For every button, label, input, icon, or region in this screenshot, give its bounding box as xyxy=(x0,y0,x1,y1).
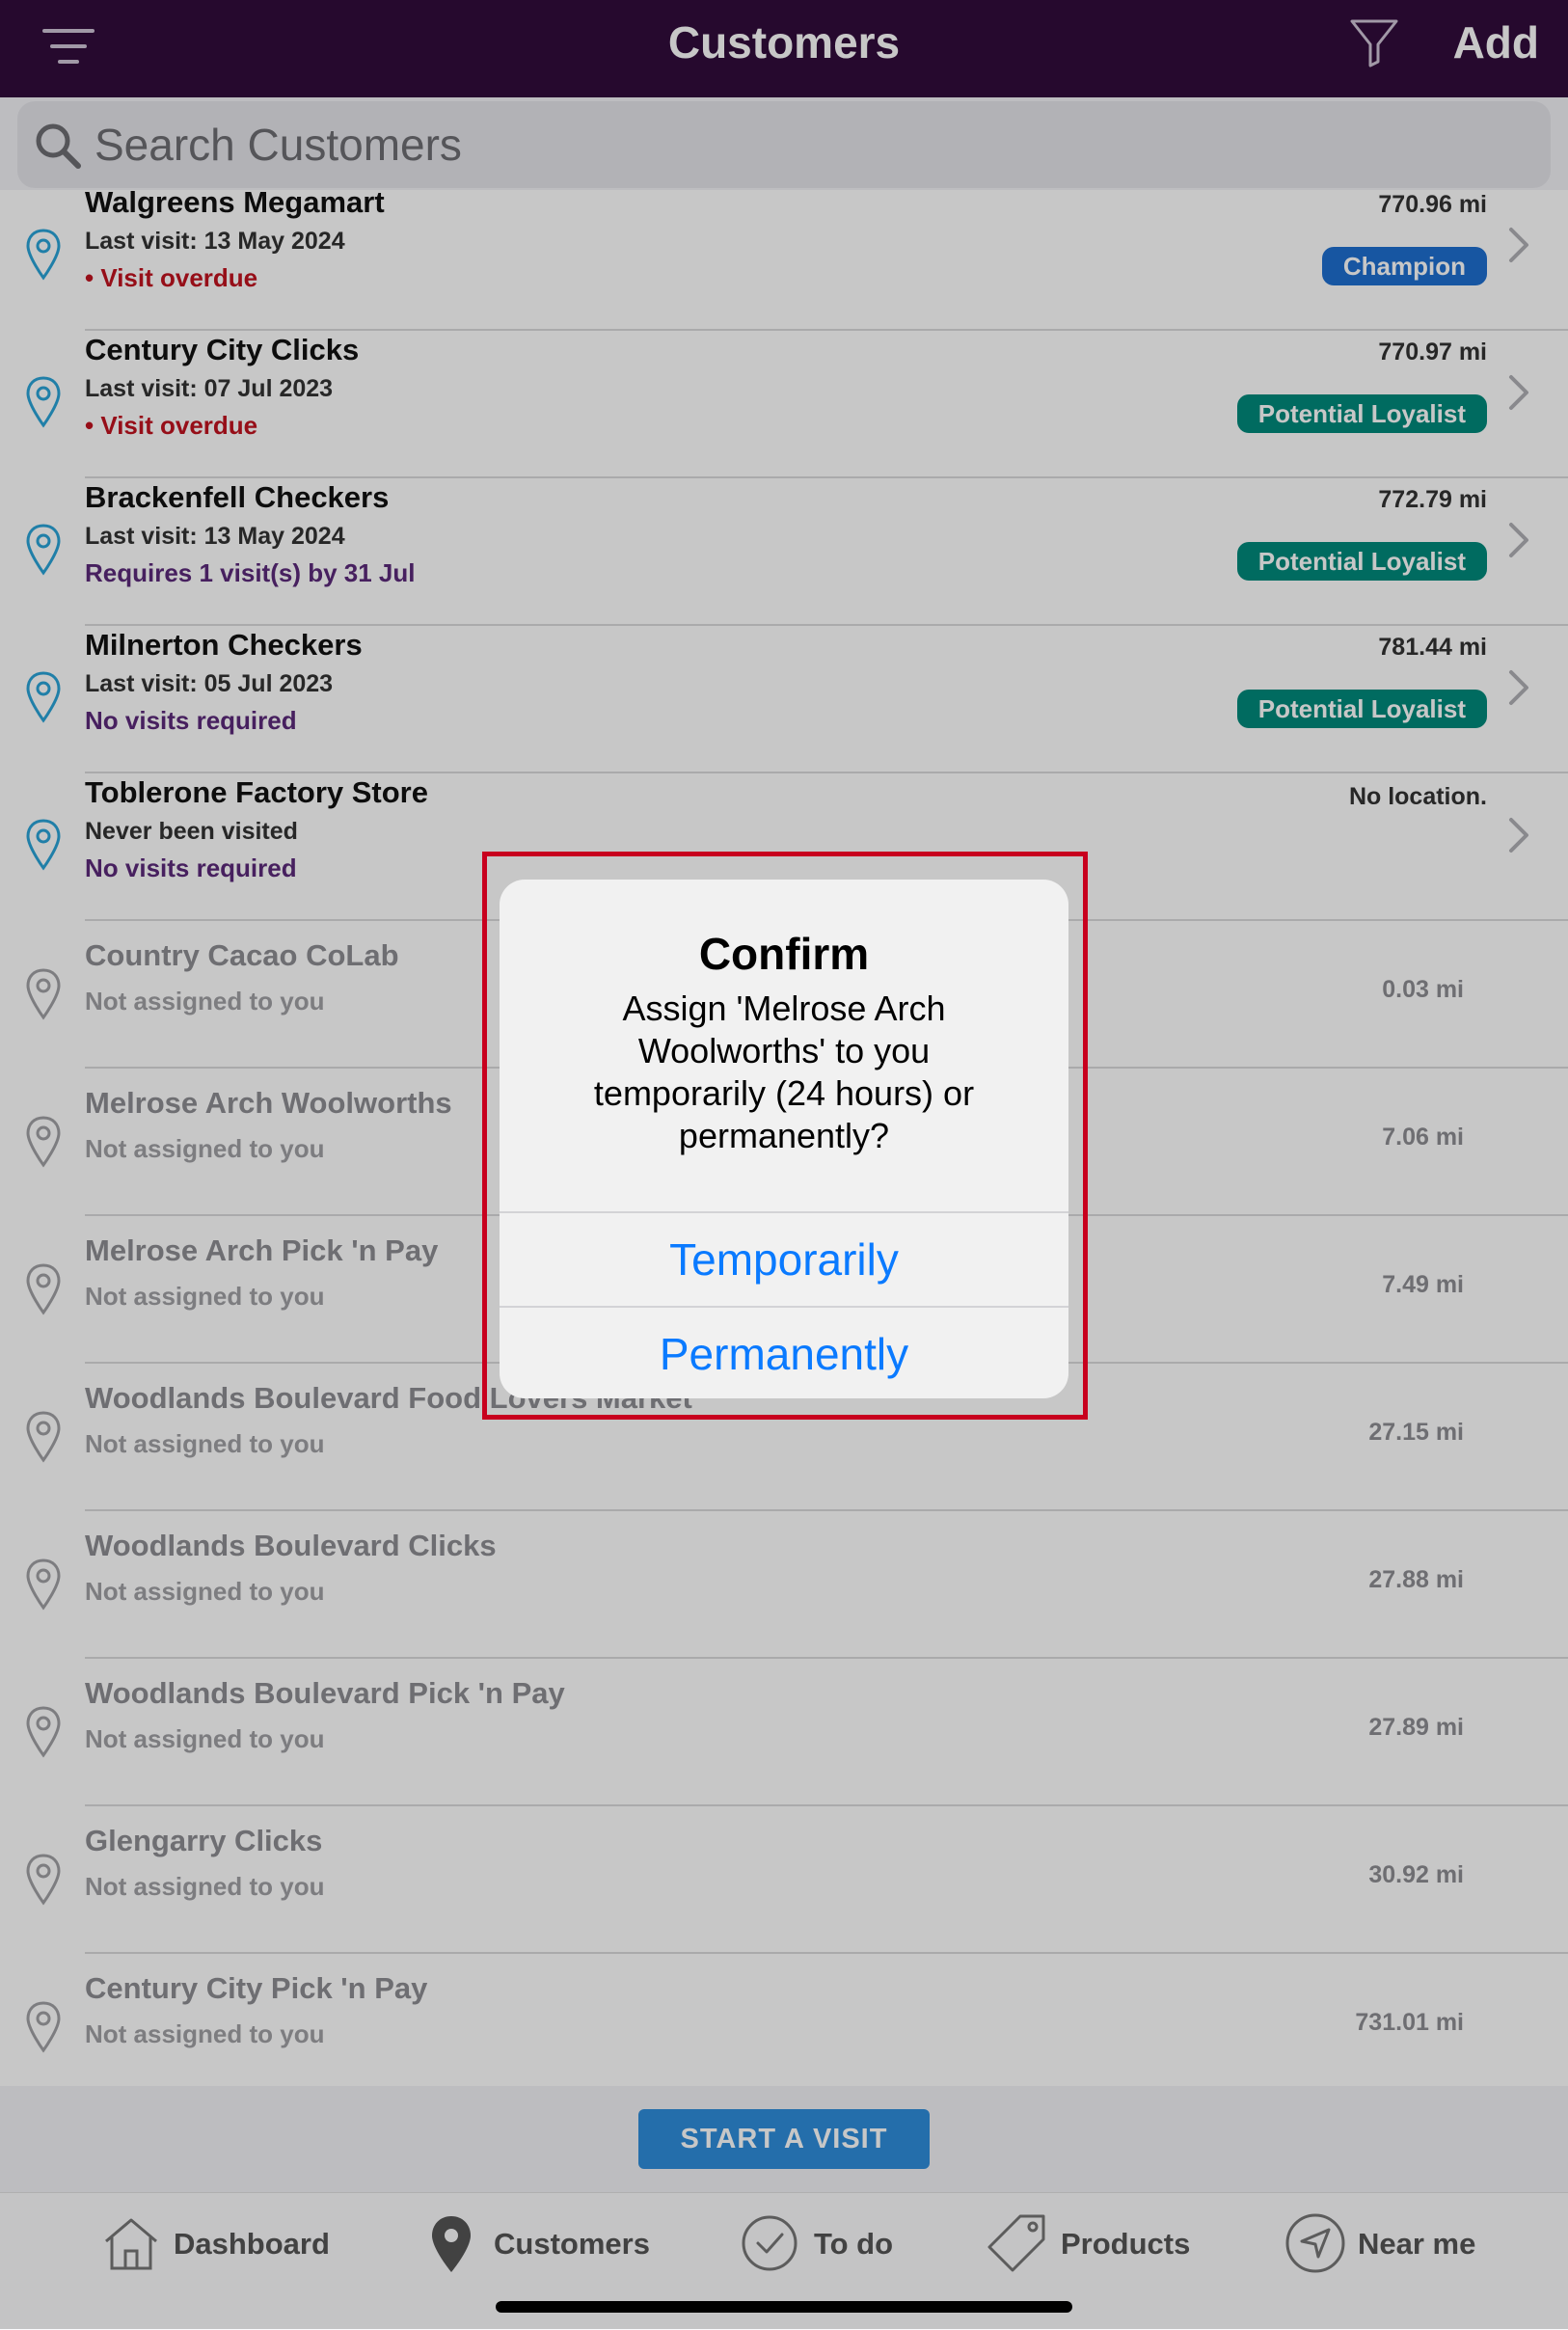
temporarily-button[interactable]: Temporarily xyxy=(500,1211,1068,1306)
dialog-title: Confirm xyxy=(698,929,870,979)
confirm-dialog: Confirm Assign 'Melrose Arch Woolworths'… xyxy=(500,880,1068,1398)
permanently-button[interactable]: Permanently xyxy=(500,1306,1068,1398)
dialog-message: Assign 'Melrose Arch Woolworths' to you … xyxy=(593,989,975,1155)
